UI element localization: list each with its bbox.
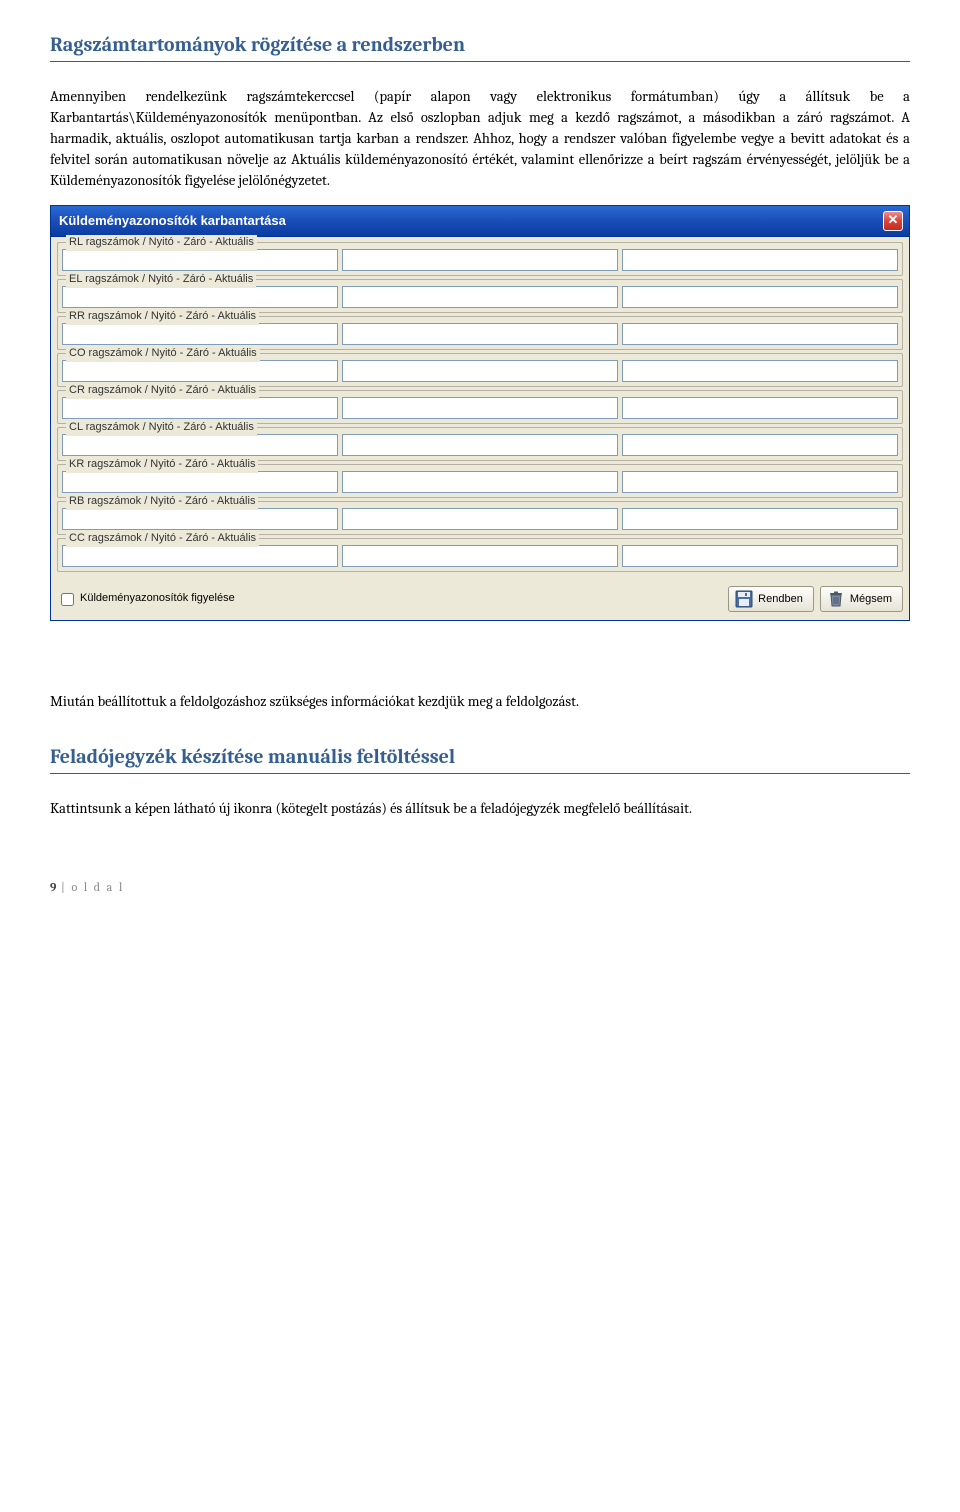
co-close-input[interactable]: [342, 360, 618, 382]
group-label: CC ragszámok / Nyitó - Záró - Aktuális: [66, 531, 259, 547]
cc-close-input[interactable]: [342, 545, 618, 567]
rl-close-input[interactable]: [342, 249, 618, 271]
group-label: RR ragszámok / Nyitó - Záró - Aktuális: [66, 309, 259, 325]
group-cr: CR ragszámok / Nyitó - Záró - Aktuális: [57, 390, 903, 424]
el-open-input[interactable]: [62, 286, 338, 308]
watch-ids-label: Küldeményazonosítók figyelése: [80, 591, 235, 607]
cr-open-input[interactable]: [62, 397, 338, 419]
paragraph-3: Kattintsunk a képen látható új ikonra (k…: [50, 798, 910, 819]
paragraph-2: Miután beállítottuk a feldolgozáshoz szü…: [50, 691, 910, 712]
cc-open-input[interactable]: [62, 545, 338, 567]
close-button[interactable]: ✕: [883, 211, 903, 231]
rr-current-input[interactable]: [622, 323, 898, 345]
group-kr: KR ragszámok / Nyitó - Záró - Aktuális: [57, 464, 903, 498]
group-label: EL ragszámok / Nyitó - Záró - Aktuális: [66, 272, 256, 288]
co-open-input[interactable]: [62, 360, 338, 382]
el-current-input[interactable]: [622, 286, 898, 308]
floppy-icon: [735, 590, 753, 608]
cc-current-input[interactable]: [622, 545, 898, 567]
cl-open-input[interactable]: [62, 434, 338, 456]
dialog-titlebar: Küldeményazonosítók karbantartása ✕: [51, 206, 909, 237]
trash-icon: [827, 590, 845, 608]
kr-open-input[interactable]: [62, 471, 338, 493]
group-rb: RB ragszámok / Nyitó - Záró - Aktuális: [57, 501, 903, 535]
rl-current-input[interactable]: [622, 249, 898, 271]
kr-current-input[interactable]: [622, 471, 898, 493]
group-label: CO ragszámok / Nyitó - Záró - Aktuális: [66, 346, 260, 362]
rr-close-input[interactable]: [342, 323, 618, 345]
group-rr: RR ragszámok / Nyitó - Záró - Aktuális: [57, 316, 903, 350]
group-el: EL ragszámok / Nyitó - Záró - Aktuális: [57, 279, 903, 313]
cancel-button-label: Mégsem: [850, 593, 892, 605]
group-label: RB ragszámok / Nyitó - Záró - Aktuális: [66, 494, 258, 510]
paragraph-1: Amennyiben rendelkezünk ragszámtekerccse…: [50, 86, 910, 191]
dialog-body: RL ragszámok / Nyitó - Záró - Aktuális E…: [51, 237, 909, 580]
cr-current-input[interactable]: [622, 397, 898, 419]
group-co: CO ragszámok / Nyitó - Záró - Aktuális: [57, 353, 903, 387]
co-current-input[interactable]: [622, 360, 898, 382]
watch-ids-checkbox[interactable]: [61, 593, 74, 606]
group-cc: CC ragszámok / Nyitó - Záró - Aktuális: [57, 538, 903, 572]
cancel-button[interactable]: Mégsem: [820, 586, 903, 612]
ok-button-label: Rendben: [758, 593, 803, 605]
group-label: CR ragszámok / Nyitó - Záró - Aktuális: [66, 383, 259, 399]
page-footer-text: | o l d a l: [56, 880, 124, 894]
cl-close-input[interactable]: [342, 434, 618, 456]
close-icon: ✕: [888, 212, 899, 227]
section-heading-1: Ragszámtartományok rögzítése a rendszerb…: [50, 30, 910, 62]
dialog-window: Küldeményazonosítók karbantartása ✕ RL r…: [50, 205, 910, 621]
group-cl: CL ragszámok / Nyitó - Záró - Aktuális: [57, 427, 903, 461]
section-heading-2: Feladójegyzék készítése manuális feltölt…: [50, 742, 910, 774]
group-label: KR ragszámok / Nyitó - Záró - Aktuális: [66, 457, 258, 473]
el-close-input[interactable]: [342, 286, 618, 308]
ok-button[interactable]: Rendben: [728, 586, 814, 612]
group-label: CL ragszámok / Nyitó - Záró - Aktuális: [66, 420, 257, 436]
dialog-title: Küldeményazonosítók karbantartása: [59, 212, 286, 231]
group-rl: RL ragszámok / Nyitó - Záró - Aktuális: [57, 242, 903, 276]
rr-open-input[interactable]: [62, 323, 338, 345]
rb-close-input[interactable]: [342, 508, 618, 530]
page-footer: 9 | o l d a l: [50, 879, 910, 896]
kr-close-input[interactable]: [342, 471, 618, 493]
group-label: RL ragszámok / Nyitó - Záró - Aktuális: [66, 235, 257, 251]
dialog-footer: Küldeményazonosítók figyelése Rendben: [51, 580, 909, 620]
rb-open-input[interactable]: [62, 508, 338, 530]
rl-open-input[interactable]: [62, 249, 338, 271]
cl-current-input[interactable]: [622, 434, 898, 456]
cr-close-input[interactable]: [342, 397, 618, 419]
rb-current-input[interactable]: [622, 508, 898, 530]
